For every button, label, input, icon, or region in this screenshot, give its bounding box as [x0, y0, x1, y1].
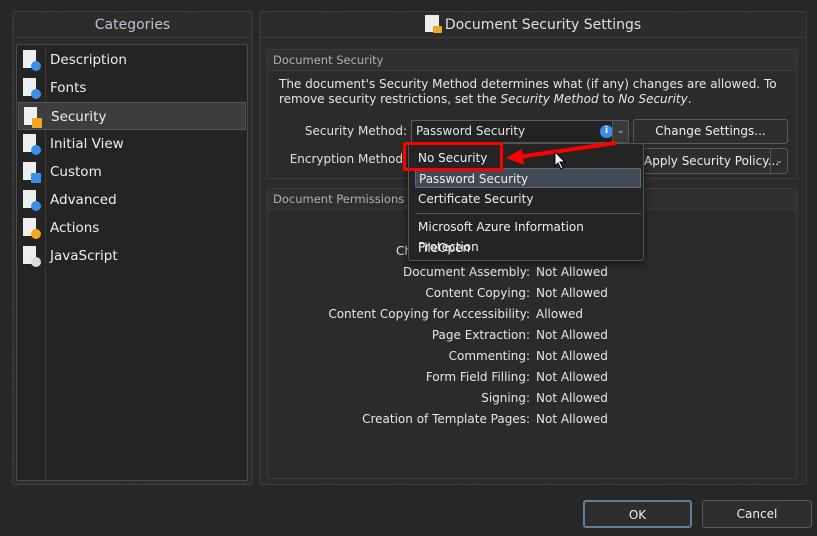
document-gear-icon — [22, 189, 42, 211]
permission-value: Not Allowed — [536, 370, 608, 384]
document-lock-icon — [424, 15, 442, 33]
desc-em: No Security — [618, 92, 688, 106]
ok-button[interactable]: OK — [583, 500, 692, 528]
permission-value: Not Allowed — [536, 265, 608, 279]
script-scroll-icon — [22, 245, 42, 267]
encryption-method-label: Encryption Method: — [289, 152, 407, 166]
permission-row: Page Extraction: Not Allowed — [0, 328, 608, 346]
option-fileopen[interactable]: FileOpen — [415, 238, 641, 258]
permission-value: Not Allowed — [536, 349, 608, 363]
cancel-button[interactable]: Cancel — [702, 500, 812, 528]
sidebar-item-label: Security — [51, 109, 107, 125]
sidebar-item-label: Initial View — [50, 136, 124, 152]
permission-value: Not Allowed — [536, 412, 608, 426]
apply-security-policy-button[interactable]: Apply Security Policy... ⌄ — [633, 148, 788, 174]
permission-row: Commenting: Not Allowed — [0, 349, 608, 367]
sidebar-item-label: JavaScript — [50, 248, 118, 264]
settings-title-bar: Document Security Settings — [260, 12, 806, 38]
document-info-icon — [22, 49, 42, 71]
apply-policy-label: Apply Security Policy... — [644, 154, 780, 168]
permission-value: Not Allowed — [536, 328, 608, 342]
mouse-cursor-icon — [554, 151, 567, 170]
sidebar-item-initial-view[interactable]: Initial View — [18, 130, 246, 158]
option-azure[interactable]: Microsoft Azure Information Protection — [415, 217, 641, 254]
permission-label: Document Assembly: — [403, 265, 530, 279]
permission-label: Content Copying for Accessibility: — [328, 307, 530, 321]
sidebar-item-custom[interactable]: Custom — [18, 158, 246, 186]
settings-title: Document Security Settings — [444, 17, 642, 33]
permission-row: Content Copying for Accessibility: Allowe… — [0, 307, 583, 325]
permission-label: Page Extraction: — [431, 328, 530, 342]
desc-text: to — [598, 92, 619, 106]
permission-value: Not Allowed — [536, 286, 608, 300]
document-lightning-icon — [22, 217, 42, 239]
permission-value: Allowed — [536, 307, 584, 321]
option-certificate-security[interactable]: Certificate Security — [415, 189, 641, 209]
highlight-box — [403, 142, 503, 171]
sidebar-item-fonts[interactable]: Fonts — [18, 74, 246, 102]
sidebar-item-label: Actions — [50, 220, 100, 236]
document-font-icon — [22, 77, 42, 99]
permission-label: Commenting: — [448, 349, 530, 363]
document-magnifier-icon — [22, 133, 42, 155]
sidebar-item-security[interactable]: Security — [18, 102, 246, 130]
sidebar-item-label: Advanced — [50, 192, 117, 208]
permission-label: Content Copying: — [425, 286, 530, 300]
change-settings-button[interactable]: Change Settings... — [633, 119, 788, 144]
permission-row: Signing: Not Allowed — [0, 391, 608, 409]
permission-row: Form Field Filling: Not Allowed — [0, 370, 608, 388]
sidebar-item-label: Custom — [50, 164, 102, 180]
desc-em: Security Method — [500, 92, 599, 106]
permission-row: Creation of Template Pages: Not Allowed — [0, 412, 608, 430]
sidebar-item-label: Description — [50, 52, 127, 68]
sidebar-item-advanced[interactable]: Advanced — [18, 186, 246, 214]
sidebar-item-actions[interactable]: Actions — [18, 214, 246, 242]
dropdown-separator — [415, 213, 641, 214]
chevron-down-icon[interactable]: ⌄ — [770, 149, 787, 173]
security-description: The document's Security Method determine… — [279, 77, 789, 107]
permission-label: Signing: — [481, 391, 530, 405]
permission-value: Not Allowed — [536, 391, 608, 405]
permission-label: Creation of Template Pages: — [362, 412, 530, 426]
permission-label: Form Field Filling: — [425, 370, 530, 384]
desc-text: . — [687, 92, 692, 106]
option-password-security[interactable]: Password Security — [415, 168, 641, 188]
sidebar-item-description[interactable]: Description — [18, 46, 246, 74]
document-field-icon — [22, 161, 42, 183]
categories-title: Categories — [13, 12, 252, 38]
security-method-label: Security Method: — [304, 124, 407, 138]
document-lock-icon — [23, 106, 43, 128]
permission-row: Document Assembly: Not Allowed — [0, 265, 608, 283]
group-title: Document Security — [268, 50, 796, 71]
sidebar-item-label: Fonts — [50, 80, 87, 96]
permission-row: Content Copying: Not Allowed — [0, 286, 607, 304]
